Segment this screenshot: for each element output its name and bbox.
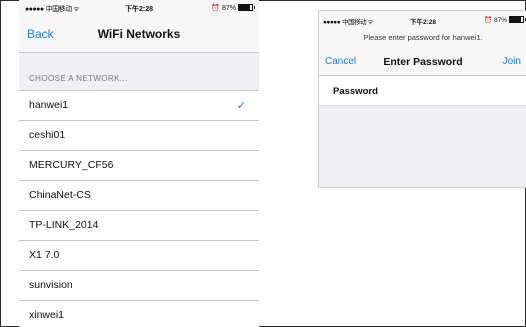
wifi-networks-screen: ●●●●● 中国移动 ᯤ 下午2:28 ⏰ 87% Back WiFi Netwo… <box>19 0 259 327</box>
battery-status: ⏰ 87% <box>211 4 255 12</box>
battery-percent: 87% <box>221 5 236 12</box>
network-row[interactable]: ceshi01 <box>19 120 259 150</box>
network-row[interactable]: sunvision <box>19 270 259 300</box>
network-name: ceshi01 <box>29 129 66 141</box>
network-row[interactable]: xinwei1 <box>19 300 259 327</box>
page-title: Enter Password <box>383 56 463 68</box>
network-row[interactable]: hanwei1 ✓ <box>19 90 259 120</box>
checkmark-icon: ✓ <box>236 100 246 112</box>
network-row[interactable]: ChinaNet-CS <box>19 180 259 210</box>
battery-icon <box>238 4 255 11</box>
battery-icon <box>509 16 526 23</box>
network-name: X1 7.0 <box>29 249 60 261</box>
alarm-icon: ⏰ <box>211 5 221 12</box>
network-list: hanwei1 ✓ ceshi01 MERCURY_CF56 ChinaNet-… <box>19 90 259 327</box>
password-field[interactable] <box>399 82 523 102</box>
network-name: hanwei1 <box>29 99 69 111</box>
password-label: Password <box>333 86 378 97</box>
battery-status: ⏰ 87% <box>484 16 526 24</box>
navigation-bar: ●●●●● 中国移动 ᯤ 下午2:28 ⏰ 87% Back WiFi Netwo… <box>19 0 259 53</box>
password-row[interactable]: Password <box>319 76 526 106</box>
network-row[interactable]: X1 7.0 <box>19 240 259 270</box>
network-name: sunvision <box>29 279 73 291</box>
battery-percent: 87% <box>493 17 507 24</box>
network-name: TP-LINK_2014 <box>29 219 99 231</box>
section-background <box>19 53 259 90</box>
empty-area <box>319 106 526 187</box>
status-bar: ●●●●● 中国移动 ᯤ 下午2:28 ⏰ 87% <box>19 4 259 16</box>
alarm-icon: ⏰ <box>484 17 493 24</box>
enter-password-screen: ●●●●● 中国移动 ᯤ 下午2:28 ⏰ 87% Please enter pa… <box>318 10 526 188</box>
section-header: CHOOSE A NETWORK... <box>29 74 128 83</box>
password-prompt: Please enter password for hanwei1. <box>363 33 483 42</box>
network-row[interactable]: TP-LINK_2014 <box>19 210 259 240</box>
network-row[interactable]: MERCURY_CF56 <box>19 150 259 180</box>
join-button[interactable]: Join <box>503 56 521 67</box>
network-name: ChinaNet-CS <box>29 189 91 201</box>
navigation-bar: ●●●●● 中国移动 ᯤ 下午2:28 ⏰ 87% Please enter pa… <box>319 11 526 76</box>
status-bar: ●●●●● 中国移动 ᯤ 下午2:28 ⏰ 87% <box>319 16 526 28</box>
network-name: MERCURY_CF56 <box>29 159 114 171</box>
page-title: WiFi Networks <box>97 27 181 41</box>
network-name: xinwei1 <box>29 309 65 321</box>
